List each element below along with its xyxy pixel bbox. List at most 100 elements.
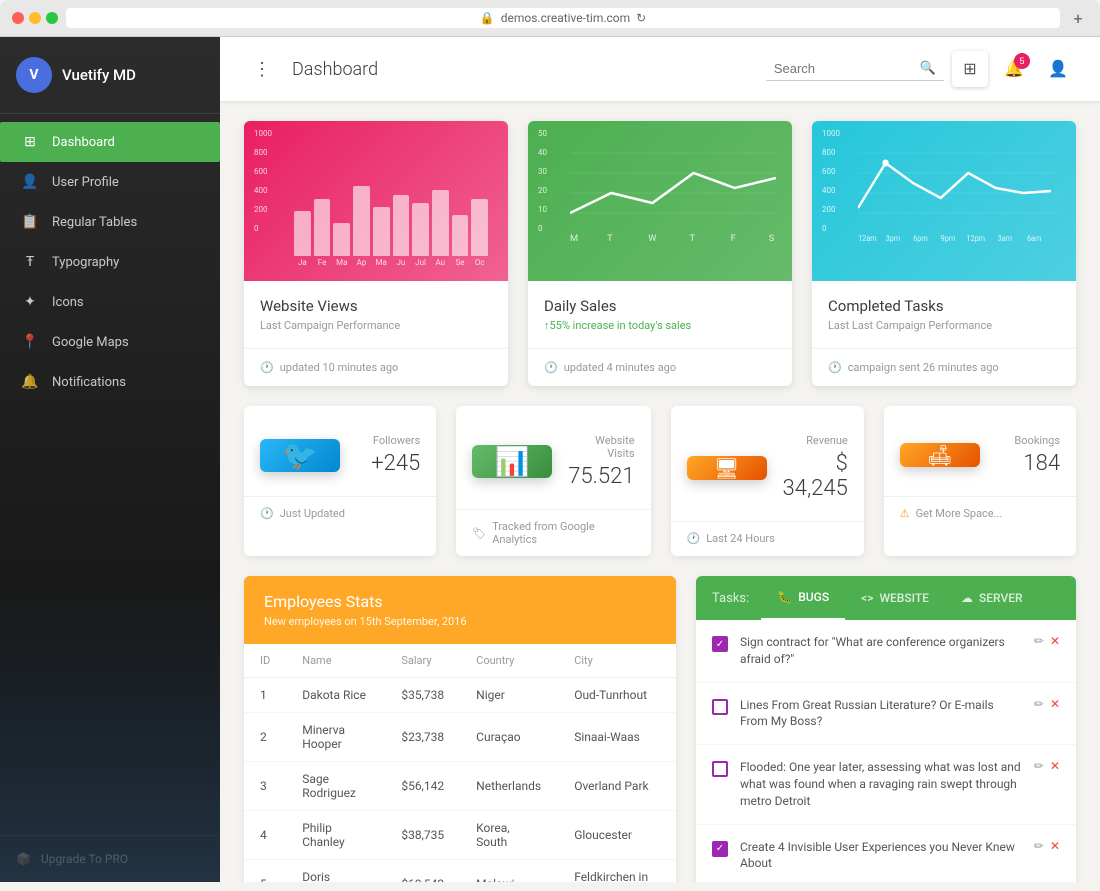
task-checkbox[interactable] (712, 761, 728, 777)
cell-name: Minerva Hooper (286, 713, 385, 762)
task-text: Sign contract for "What are conference o… (740, 634, 1022, 668)
stat-footer-text: Just Updated (280, 507, 345, 520)
task-actions: ✏ ✕ (1034, 759, 1060, 773)
clock-icon: 🕐 (260, 361, 274, 374)
svg-text:3am: 3am (998, 234, 1013, 243)
stat-info: Followers +245 (340, 422, 436, 488)
y-axis-labels: 10008006004002000 (822, 129, 840, 233)
stat-info: Revenue $ 34,245 (767, 422, 864, 513)
chart-footer: 🕐 campaign sent 26 minutes ago (812, 348, 1076, 386)
task-delete-button[interactable]: ✕ (1050, 697, 1060, 711)
stat-value: 75.521 (568, 464, 634, 489)
sidebar-brand: Vuetify MD (62, 66, 136, 84)
search-input[interactable] (774, 61, 914, 76)
stat-top: 🐦 Followers +245 (244, 406, 436, 496)
new-tab-button[interactable]: + (1068, 8, 1088, 28)
task-checkbox[interactable] (712, 636, 728, 652)
bar (333, 223, 350, 256)
clock-icon: 🕐 (828, 361, 842, 374)
stat-card-inner: 🛋 Bookings 184 ⚠ Get More Space... (884, 406, 1076, 556)
menu-button[interactable]: ⋮ (244, 51, 280, 87)
topbar: ⋮ Dashboard 🔍 ⊞ 🔔 5 👤 (220, 37, 1100, 101)
task-edit-button[interactable]: ✏ (1034, 759, 1044, 773)
sidebar-item-notifications[interactable]: 🔔 Notifications (0, 362, 220, 402)
website-views-chart: 10008006004002000 (244, 121, 508, 281)
task-edit-button[interactable]: ✏ (1034, 839, 1044, 853)
clock-icon: 🕐 (260, 507, 274, 520)
tasks-card: Tasks: 🐛 BUGS <> WEBSITE ☁ SERVER (696, 576, 1076, 882)
bar-chart (290, 166, 492, 256)
close-button[interactable] (12, 12, 24, 24)
sidebar-item-regular-tables[interactable]: 📋 Regular Tables (0, 202, 220, 242)
task-delete-button[interactable]: ✕ (1050, 634, 1060, 648)
task-item: Create 4 Invisible User Experiences you … (696, 825, 1076, 882)
employees-header: Employees Stats New employees on 15th Se… (244, 576, 676, 644)
table-icon: 📋 (20, 214, 40, 230)
task-text: Flooded: One year later, assessing what … (740, 759, 1022, 809)
sidebar-item-dashboard[interactable]: ⊞ Dashboard (0, 122, 220, 162)
svg-text:F: F (731, 234, 736, 243)
cell-country: Curaçao (460, 713, 558, 762)
sidebar-item-user-profile[interactable]: 👤 User Profile (0, 162, 220, 202)
revenue-stat-card: 🖥 Revenue $ 34,245 🕐 Last 24 Hours (671, 406, 864, 556)
sidebar-nav: ⊞ Dashboard 👤 User Profile 📋 Regular Tab… (0, 114, 220, 835)
stat-top: 🛋 Bookings 184 (884, 406, 1076, 496)
cell-city: Gloucester (558, 811, 676, 860)
grid-view-button[interactable]: ⊞ (952, 51, 988, 87)
employees-title: Employees Stats (264, 592, 656, 611)
task-actions: ✏ ✕ (1034, 634, 1060, 648)
address-bar[interactable]: 🔒 demos.creative-tim.com ↻ (66, 8, 1060, 28)
bar (314, 199, 331, 256)
chart-subtitle: Last Campaign Performance (260, 319, 492, 332)
maps-icon: 📍 (20, 334, 40, 350)
tab-bugs[interactable]: 🐛 BUGS (761, 576, 845, 620)
cell-id: 2 (244, 713, 286, 762)
sidebar-item-label: User Profile (52, 175, 119, 190)
sidebar-logo: V (16, 57, 52, 93)
svg-text:6am: 6am (1027, 234, 1042, 243)
lock-icon: 🔒 (480, 11, 495, 25)
task-delete-button[interactable]: ✕ (1050, 839, 1060, 853)
bar (294, 211, 311, 256)
sofa-icon-box: 🛋 (900, 443, 980, 467)
line-chart-svg: 12am 3pm 6pm 9pm 12pm 3am 6am (858, 133, 1060, 243)
search-icon[interactable]: 🔍 (920, 61, 936, 76)
minimize-button[interactable] (29, 12, 41, 24)
stat-footer-text: Get More Space... (916, 507, 1003, 520)
upgrade-button[interactable]: 📦 Upgrade To PRO (0, 835, 220, 882)
sidebar-item-label: Typography (52, 255, 119, 270)
stat-label: Bookings (996, 434, 1060, 447)
task-checkbox[interactable] (712, 699, 728, 715)
task-edit-button[interactable]: ✏ (1034, 697, 1044, 711)
tasks-list: Sign contract for "What are conference o… (696, 620, 1076, 882)
sidebar: V Vuetify MD ⊞ Dashboard 👤 User Profile … (0, 37, 220, 882)
table-row: 3 Sage Rodriguez $56,142 Netherlands Ove… (244, 762, 676, 811)
sidebar-item-label: Google Maps (52, 335, 129, 350)
refresh-icon[interactable]: ↻ (636, 11, 646, 25)
cell-salary: $63,542 (385, 860, 460, 883)
sidebar-item-typography[interactable]: Ŧ Typography (0, 242, 220, 282)
task-checkbox[interactable] (712, 841, 728, 857)
profile-button[interactable]: 👤 (1040, 51, 1076, 87)
stat-label: Revenue (783, 434, 848, 447)
chart-cards-row: 10008006004002000 (244, 121, 1076, 386)
task-edit-button[interactable]: ✏ (1034, 634, 1044, 648)
sidebar-item-label: Dashboard (52, 135, 115, 150)
cell-id: 5 (244, 860, 286, 883)
sidebar-item-google-maps[interactable]: 📍 Google Maps (0, 322, 220, 362)
tab-server[interactable]: ☁ SERVER (945, 577, 1039, 619)
sidebar-item-label: Regular Tables (52, 215, 137, 230)
sidebar-item-icons[interactable]: ✦ Icons (0, 282, 220, 322)
daily-sales-card: 50403020100 (528, 121, 792, 386)
stats-row: 🐦 Followers +245 🕐 Just Updated (244, 406, 1076, 556)
tab-website[interactable]: <> WEBSITE (845, 577, 945, 619)
maximize-button[interactable] (46, 12, 58, 24)
col-header-id: ID (244, 644, 286, 678)
cell-name: Philip Chanley (286, 811, 385, 860)
footer-text: updated 4 minutes ago (564, 361, 676, 374)
bottom-row: Employees Stats New employees on 15th Se… (244, 576, 1076, 882)
chart-footer: 🕐 updated 4 minutes ago (528, 348, 792, 386)
task-delete-button[interactable]: ✕ (1050, 759, 1060, 773)
chart-footer: 🕐 updated 10 minutes ago (244, 348, 508, 386)
notifications-button[interactable]: 🔔 5 (996, 51, 1032, 87)
